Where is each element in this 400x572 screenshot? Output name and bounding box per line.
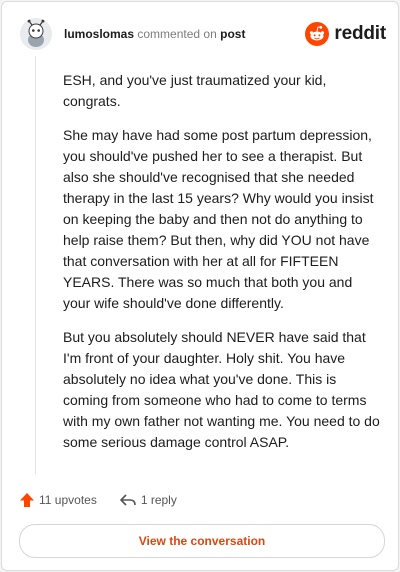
comment-meta: lumoslomas commented on post: [64, 27, 245, 41]
comment-body: ESH, and you've just traumatized your ki…: [63, 70, 381, 466]
comment-paragraph: But you absolutely should NEVER have sai…: [63, 329, 380, 450]
username[interactable]: lumoslomas: [64, 27, 134, 41]
comment-paragraph: She may have had some post partum depres…: [63, 127, 374, 311]
reply-action[interactable]: 1 reply: [119, 492, 177, 508]
comment-header: lumoslomas commented on post reddit: [20, 16, 386, 56]
thread-line: [35, 56, 36, 474]
post-link[interactable]: post: [220, 27, 245, 41]
upvote-action[interactable]: 11 upvotes: [19, 492, 97, 508]
upvote-arrow-icon[interactable]: [19, 492, 35, 508]
avatar[interactable]: [20, 18, 52, 50]
snoo-avatar-icon: [20, 18, 52, 50]
comment-paragraph: ESH, and you've just traumatized your ki…: [63, 72, 327, 109]
view-conversation-button[interactable]: View the conversation: [19, 524, 385, 558]
reddit-logo: reddit: [305, 20, 386, 48]
reply-count: 1 reply: [140, 493, 177, 507]
comment-actions: 11 upvotes 1 reply: [19, 490, 199, 510]
comment-card: lumoslomas commented on post reddit ESH,…: [1, 1, 399, 571]
reply-arrow-icon[interactable]: [119, 492, 137, 508]
reddit-icon: [305, 22, 330, 46]
action-text: commented on: [137, 27, 217, 41]
upvote-count: 11 upvotes: [39, 493, 97, 507]
brand-wordmark: reddit: [334, 23, 386, 44]
